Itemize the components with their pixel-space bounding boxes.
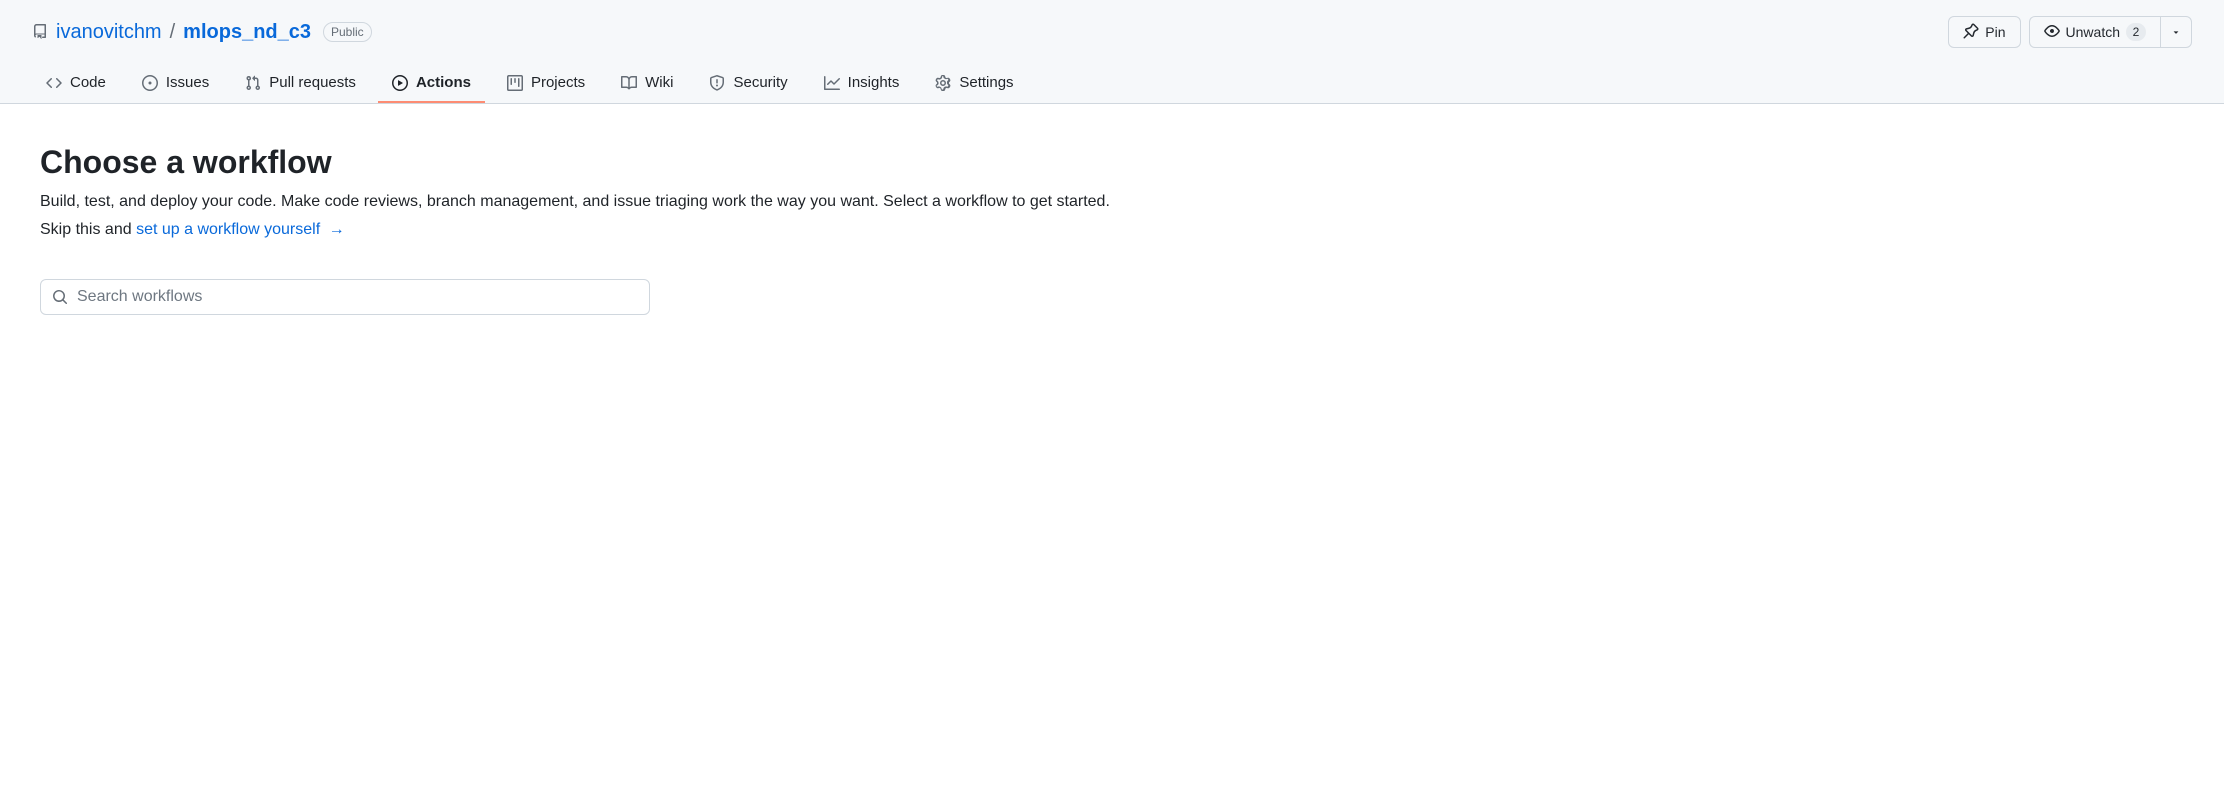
tab-insights[interactable]: Insights bbox=[810, 64, 914, 103]
pin-label: Pin bbox=[1985, 24, 2005, 40]
repo-owner-link[interactable]: ivanovitchm bbox=[56, 21, 162, 44]
tab-wiki[interactable]: Wiki bbox=[607, 64, 687, 103]
issues-icon bbox=[142, 75, 158, 91]
tab-security-label: Security bbox=[733, 74, 787, 91]
tab-projects-label: Projects bbox=[531, 74, 585, 91]
tab-issues[interactable]: Issues bbox=[128, 64, 223, 103]
watch-button-group: Unwatch 2 bbox=[2029, 16, 2192, 48]
gear-icon bbox=[935, 75, 951, 91]
tab-insights-label: Insights bbox=[848, 74, 900, 91]
pin-button[interactable]: Pin bbox=[1948, 16, 2020, 48]
repo-title: ivanovitchm / mlops_nd_c3 Public bbox=[32, 21, 372, 44]
setup-workflow-link[interactable]: set up a workflow yourself → bbox=[136, 221, 345, 238]
visibility-badge: Public bbox=[323, 22, 372, 42]
tab-code[interactable]: Code bbox=[32, 64, 120, 103]
tab-wiki-label: Wiki bbox=[645, 74, 673, 91]
search-workflows-input[interactable] bbox=[40, 279, 650, 315]
graph-icon bbox=[824, 75, 840, 91]
tab-actions-label: Actions bbox=[416, 74, 471, 91]
skip-prefix: Skip this and bbox=[40, 221, 136, 238]
watch-count: 2 bbox=[2126, 23, 2146, 41]
unwatch-label: Unwatch bbox=[2066, 24, 2120, 40]
tab-actions[interactable]: Actions bbox=[378, 64, 485, 103]
repo-icon bbox=[32, 24, 48, 40]
tab-code-label: Code bbox=[70, 74, 106, 91]
pull-request-icon bbox=[245, 75, 261, 91]
main-content: Choose a workflow Build, test, and deplo… bbox=[0, 104, 1600, 355]
watch-dropdown-button[interactable] bbox=[2160, 16, 2192, 48]
tab-settings[interactable]: Settings bbox=[921, 64, 1027, 103]
page-heading: Choose a workflow bbox=[40, 144, 1560, 181]
repo-nav-tabs: Code Issues Pull requests Actions Projec… bbox=[32, 64, 2192, 103]
repo-title-row: ivanovitchm / mlops_nd_c3 Public Pin Unw… bbox=[32, 16, 2192, 64]
repo-header: ivanovitchm / mlops_nd_c3 Public Pin Unw… bbox=[0, 0, 2224, 104]
tab-pulls[interactable]: Pull requests bbox=[231, 64, 370, 103]
skip-line: Skip this and set up a workflow yourself… bbox=[40, 221, 1560, 239]
tab-projects[interactable]: Projects bbox=[493, 64, 599, 103]
search-wrap bbox=[40, 279, 650, 315]
repo-separator: / bbox=[170, 21, 176, 44]
code-icon bbox=[46, 75, 62, 91]
play-icon bbox=[392, 75, 408, 91]
tab-security[interactable]: Security bbox=[695, 64, 801, 103]
projects-icon bbox=[507, 75, 523, 91]
search-icon bbox=[52, 289, 68, 305]
page-subtitle: Build, test, and deploy your code. Make … bbox=[40, 193, 1560, 211]
unwatch-button[interactable]: Unwatch 2 bbox=[2029, 16, 2160, 48]
caret-down-icon bbox=[2171, 24, 2181, 40]
tab-pulls-label: Pull requests bbox=[269, 74, 356, 91]
pin-icon bbox=[1963, 23, 1979, 42]
shield-icon bbox=[709, 75, 725, 91]
book-icon bbox=[621, 75, 637, 91]
tab-issues-label: Issues bbox=[166, 74, 209, 91]
eye-icon bbox=[2044, 23, 2060, 42]
tab-settings-label: Settings bbox=[959, 74, 1013, 91]
repo-actions: Pin Unwatch 2 bbox=[1948, 16, 2192, 48]
repo-name-link[interactable]: mlops_nd_c3 bbox=[183, 21, 311, 44]
arrow-right-icon: → bbox=[324, 221, 344, 238]
